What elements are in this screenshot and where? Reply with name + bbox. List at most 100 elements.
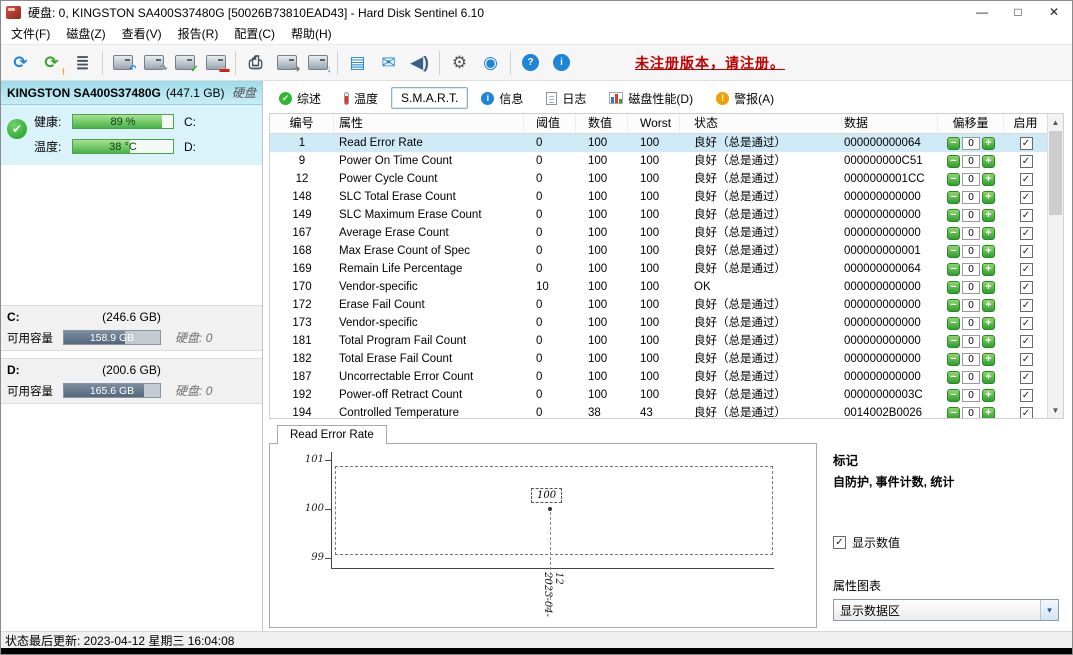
offset-decrease-button[interactable]: − xyxy=(947,173,960,186)
smart-table-row[interactable]: 194Controlled Temperature03843良好（总是通过）00… xyxy=(270,404,1063,419)
maximize-button[interactable]: □ xyxy=(1000,1,1036,23)
offset-value[interactable]: 0 xyxy=(962,227,980,240)
enabled-checkbox[interactable]: ✓ xyxy=(1020,299,1033,312)
tab-磁盘性能(D)[interactable]: 磁盘性能(D) xyxy=(599,86,703,111)
close-button[interactable]: ✕ xyxy=(1036,1,1072,23)
offset-increase-button[interactable]: + xyxy=(982,191,995,204)
offset-decrease-button[interactable]: − xyxy=(947,209,960,222)
enabled-checkbox[interactable]: ✓ xyxy=(1020,191,1033,204)
smart-table-row[interactable]: 12Power Cycle Count0100100良好（总是通过）000000… xyxy=(270,170,1063,188)
tab-警报(A)[interactable]: !警报(A) xyxy=(706,86,784,111)
offset-increase-button[interactable]: + xyxy=(982,263,995,276)
menu-item-1[interactable]: 磁盘(Z) xyxy=(58,23,113,44)
smart-table-row[interactable]: 148SLC Total Erase Count0100100良好（总是通过）0… xyxy=(270,188,1063,206)
column-header-status[interactable]: 状态 xyxy=(680,114,842,133)
offset-decrease-button[interactable]: − xyxy=(947,263,960,276)
enabled-checkbox[interactable]: ✓ xyxy=(1020,245,1033,258)
column-header-attr[interactable]: 属性 xyxy=(334,114,524,133)
offset-decrease-button[interactable]: − xyxy=(947,353,960,366)
offset-value[interactable]: 0 xyxy=(962,155,980,168)
offset-decrease-button[interactable]: − xyxy=(947,137,960,150)
offset-decrease-button[interactable]: − xyxy=(947,227,960,240)
offset-increase-button[interactable]: + xyxy=(982,353,995,366)
tab-温度[interactable]: 温度 xyxy=(334,86,388,111)
offset-increase-button[interactable]: + xyxy=(982,245,995,258)
column-header-data[interactable]: 数据 xyxy=(842,114,938,133)
offset-value[interactable]: 0 xyxy=(962,371,980,384)
offset-value[interactable]: 0 xyxy=(962,389,980,402)
enabled-checkbox[interactable]: ✓ xyxy=(1020,209,1033,222)
offset-increase-button[interactable]: + xyxy=(982,227,995,240)
drive-list-item[interactable]: KINGSTON SA400S37480G (447.1 GB) 硬盘 xyxy=(1,81,262,105)
offset-value[interactable]: 0 xyxy=(962,353,980,366)
offset-value[interactable]: 0 xyxy=(962,407,980,420)
refresh-icon[interactable]: ⟳ xyxy=(6,49,35,77)
smart-table-row[interactable]: 169Remain Life Percentage0100100良好（总是通过）… xyxy=(270,260,1063,278)
disk-remove-icon[interactable]: ▬ xyxy=(201,49,230,77)
show-values-checkbox[interactable]: ✓ xyxy=(833,536,846,549)
smart-table-row[interactable]: 172Erase Fail Count0100100良好（总是通过）000000… xyxy=(270,296,1063,314)
partition-c-panel[interactable]: C: (246.6 GB) 可用容量 158.9 GB 硬盘: 0 xyxy=(1,305,262,351)
scrollbar-thumb[interactable] xyxy=(1049,131,1062,215)
offset-decrease-button[interactable]: − xyxy=(947,299,960,312)
offset-increase-button[interactable]: + xyxy=(982,317,995,330)
enabled-checkbox[interactable]: ✓ xyxy=(1020,371,1033,384)
column-header-worst[interactable]: Worst xyxy=(628,114,680,133)
offset-decrease-button[interactable]: − xyxy=(947,317,960,330)
minimize-button[interactable]: — xyxy=(964,1,1000,23)
smart-table-row[interactable]: 173Vendor-specific0100100良好（总是通过）0000000… xyxy=(270,314,1063,332)
offset-decrease-button[interactable]: − xyxy=(947,389,960,402)
offset-increase-button[interactable]: + xyxy=(982,281,995,294)
offset-decrease-button[interactable]: − xyxy=(947,155,960,168)
enabled-checkbox[interactable]: ✓ xyxy=(1020,317,1033,330)
tab-信息[interactable]: i信息 xyxy=(471,86,533,111)
sound-icon[interactable]: ◀) xyxy=(405,49,434,77)
refresh-warning-icon[interactable]: ⟳! xyxy=(37,49,66,77)
offset-decrease-button[interactable]: − xyxy=(947,281,960,294)
menu-item-2[interactable]: 查看(V) xyxy=(114,23,170,44)
smart-table-row[interactable]: 1Read Error Rate0100100良好（总是通过）000000000… xyxy=(270,134,1063,152)
world-clock-icon[interactable]: ◉ xyxy=(476,49,505,77)
offset-increase-button[interactable]: + xyxy=(982,155,995,168)
offset-decrease-button[interactable]: − xyxy=(947,407,960,420)
enabled-checkbox[interactable]: ✓ xyxy=(1020,353,1033,366)
menu-item-3[interactable]: 报告(R) xyxy=(170,23,227,44)
offset-value[interactable]: 0 xyxy=(962,245,980,258)
disk-export-icon[interactable]: ➜ xyxy=(272,49,301,77)
offset-value[interactable]: 0 xyxy=(962,209,980,222)
offset-increase-button[interactable]: + xyxy=(982,299,995,312)
offset-value[interactable]: 0 xyxy=(962,299,980,312)
column-header-en[interactable]: 启用 xyxy=(1004,114,1048,133)
email-icon[interactable]: ✉ xyxy=(374,49,403,77)
offset-decrease-button[interactable]: − xyxy=(947,245,960,258)
settings-gear-icon[interactable]: ⚙ xyxy=(445,49,474,77)
tab-S.M.A.R.T.[interactable]: S.M.A.R.T. xyxy=(391,87,468,109)
enabled-checkbox[interactable]: ✓ xyxy=(1020,155,1033,168)
enabled-checkbox[interactable]: ✓ xyxy=(1020,389,1033,402)
smart-table-row[interactable]: 181Total Program Fail Count0100100良好（总是通… xyxy=(270,332,1063,350)
enabled-checkbox[interactable]: ✓ xyxy=(1020,173,1033,186)
temperature-log-icon[interactable]: ▤ xyxy=(343,49,372,77)
offset-increase-button[interactable]: + xyxy=(982,173,995,186)
register-notice-link[interactable]: 未注册版本，请注册。 xyxy=(635,53,785,73)
chart-mode-dropdown[interactable]: 显示数据区 ▾ xyxy=(833,599,1059,621)
column-header-th[interactable]: 阈值 xyxy=(524,114,576,133)
column-header-id[interactable]: 编号 xyxy=(270,114,334,133)
smart-table-row[interactable]: 9Power On Time Count0100100良好（总是通过）00000… xyxy=(270,152,1063,170)
smart-table-row[interactable]: 167Average Erase Count0100100良好（总是通过）000… xyxy=(270,224,1063,242)
enabled-checkbox[interactable]: ✓ xyxy=(1020,335,1033,348)
offset-increase-button[interactable]: + xyxy=(982,335,995,348)
tab-日志[interactable]: 日志 xyxy=(536,86,596,111)
disk-import-icon[interactable]: ↓ xyxy=(303,49,332,77)
smart-table-row[interactable]: 168Max Erase Count of Spec0100100良好（总是通过… xyxy=(270,242,1063,260)
offset-increase-button[interactable]: + xyxy=(982,137,995,150)
scrollbar-down-icon[interactable]: ▼ xyxy=(1048,402,1063,418)
enabled-checkbox[interactable]: ✓ xyxy=(1020,137,1033,150)
menu-item-0[interactable]: 文件(F) xyxy=(3,23,58,44)
column-header-val[interactable]: 数值 xyxy=(576,114,628,133)
help-icon[interactable]: ? xyxy=(516,49,545,77)
enabled-checkbox[interactable]: ✓ xyxy=(1020,281,1033,294)
offset-value[interactable]: 0 xyxy=(962,335,980,348)
offset-value[interactable]: 0 xyxy=(962,191,980,204)
printer-icon[interactable]: ⎙ xyxy=(241,49,270,77)
